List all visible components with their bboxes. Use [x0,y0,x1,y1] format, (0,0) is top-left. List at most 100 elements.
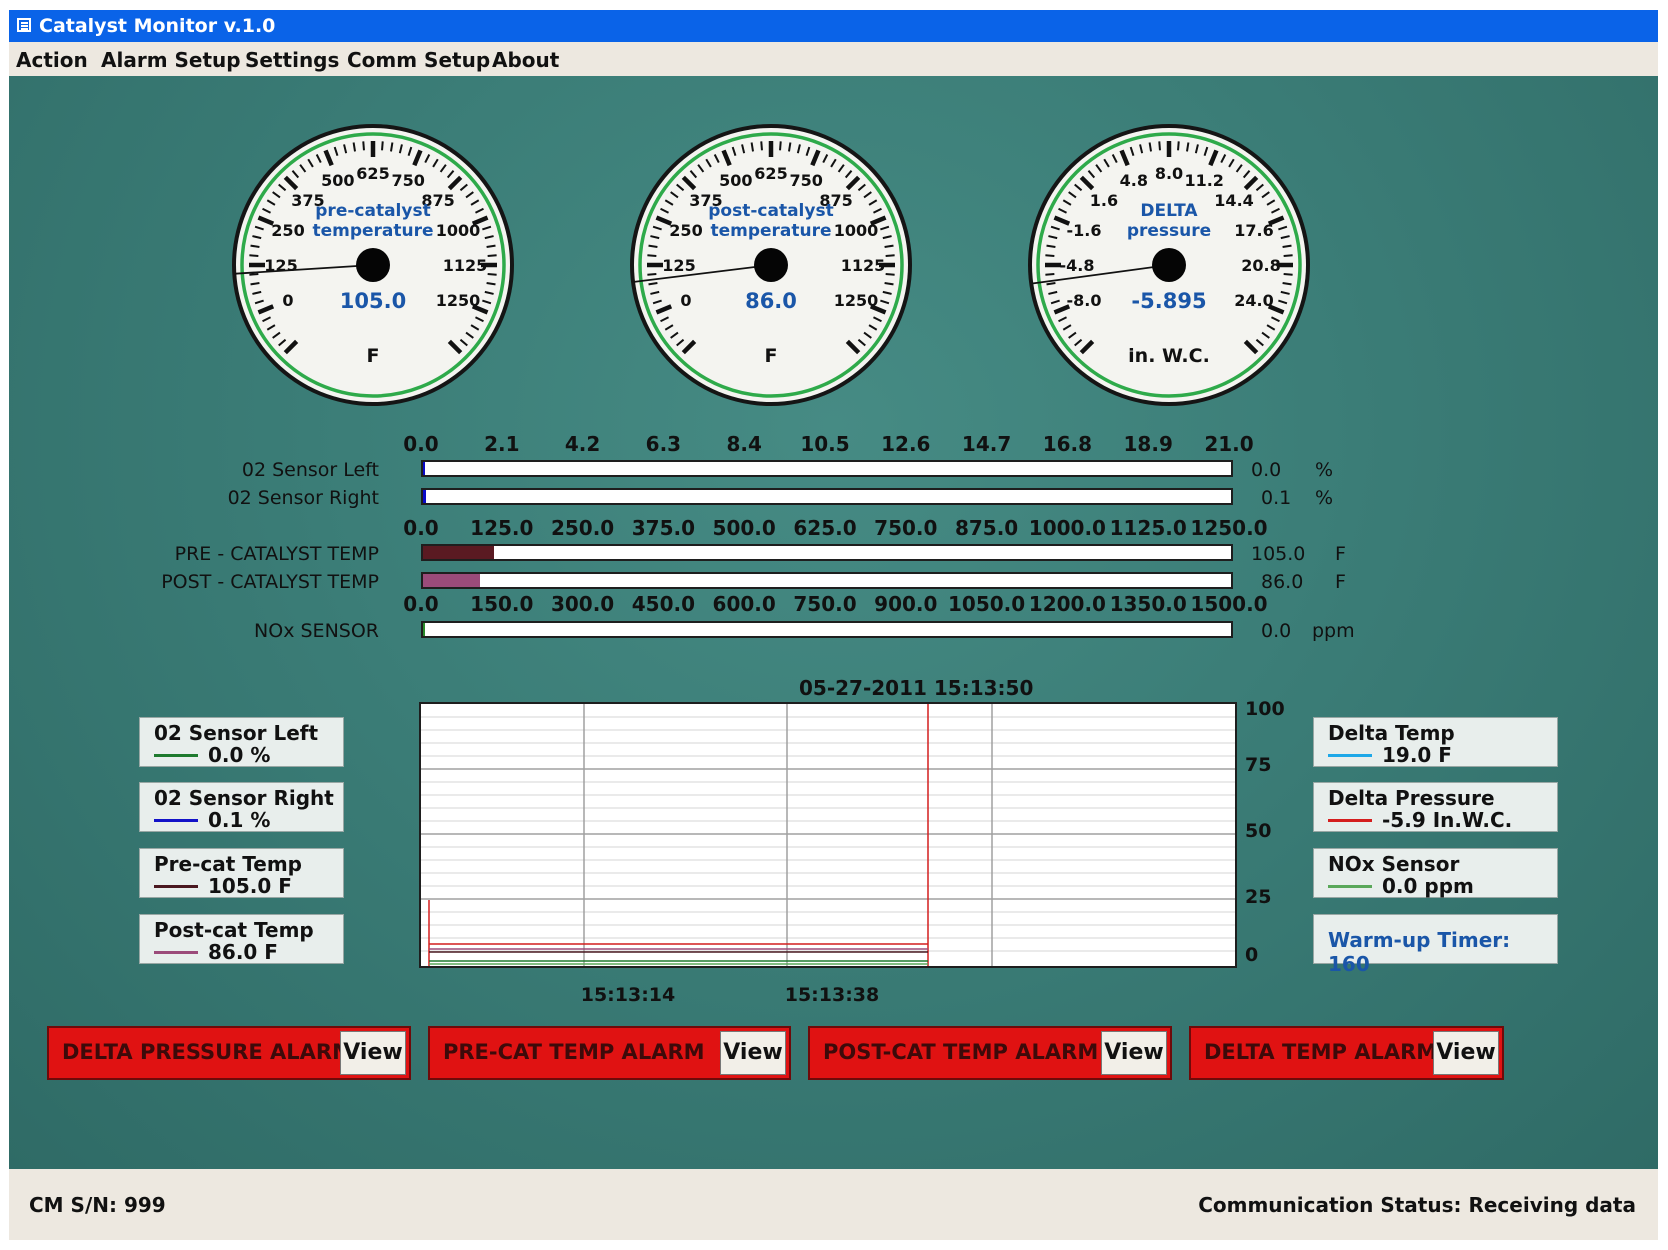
legend-value: 0.0 ppm [1382,874,1474,898]
gauge-unit: in. W.C. [1128,345,1210,367]
menu-action[interactable]: Action [16,48,88,72]
x-tick-2: 15:13:38 [784,984,880,1006]
gauge-tick-label: 4.8 [1120,171,1148,190]
alarm-label: PRE-CAT TEMP ALARM [443,1040,705,1064]
scale-tick: 12.6 [881,432,931,456]
serial-number: CM S/N: 999 [29,1193,166,1217]
scale-tick: 8.4 [726,432,762,456]
gauge-unit: F [366,345,380,367]
trend-chart [419,702,1237,968]
pre-cat-temp-label: PRE - CATALYST TEMP [174,543,379,565]
scale-tick: 750.0 [874,516,938,540]
warmup-timer: Warm-up Timer: 160 [1313,914,1558,976]
legend-value: 105.0 F [208,874,292,898]
pre-cat-temp-value: 105.0 [1251,543,1306,565]
view-post-cat-temp-alarm-button[interactable]: View [1101,1031,1167,1075]
o2-right-value: 0.1 [1261,487,1292,509]
post-cat-temp-unit: F [1335,571,1346,593]
legend-value: -5.9 In.W.C. [1382,808,1513,832]
y-tick-0: 0 [1245,944,1259,966]
view-delta-temp-alarm-button[interactable]: View [1433,1031,1499,1075]
scale-tick: 0.0 [403,432,439,456]
gauge-tick-label: 125 [662,256,695,275]
pre-catalyst-gauge: 0 125 250 375 500 625 750 875 1000 1125 1250 pre-c… [223,115,523,415]
legend-o2-right: 02 Sensor Right 0.1 % [139,782,344,832]
gauge-tick-label: 625 [356,164,389,183]
scale-tick: 300.0 [550,592,615,616]
delta-pressure-alarm: DELTA PRESSURE ALARM View [47,1026,411,1080]
scale-tick: 1200.0 [1028,592,1106,616]
post-cat-temp-bar-fill [423,574,481,587]
y-tick-25: 25 [1245,886,1272,908]
legend-swatch [1328,754,1372,757]
o2-right-bar [421,488,1233,505]
menu-about[interactable]: About [492,48,559,72]
o2-scale: 0.0 2.1 4.2 6.3 8.4 10.5 12.6 14.7 16.8 18.9 21.0 [9,432,1658,458]
legend-value: 0.1 % [208,808,271,832]
o2-left-bar-fill [423,462,426,475]
menu-settings[interactable]: Settings [245,48,339,72]
view-delta-pressure-alarm-button[interactable]: View [340,1031,406,1075]
menu-alarm-setup[interactable]: Alarm Setup [101,48,241,72]
title-bar: Catalyst Monitor v.1.0 [9,10,1658,42]
delta-temp-alarm: DELTA TEMP ALARM View [1189,1026,1504,1080]
gauge-label-line2: temperature [710,221,832,241]
gauge-tick-label: 1125 [443,256,488,275]
o2-right-label: 02 Sensor Right [227,487,379,509]
legend-swatch [154,754,198,757]
gauge-tick-label: 750 [392,171,425,190]
legend-delta-pressure: Delta Pressure -5.9 In.W.C. [1313,782,1558,832]
gauge-value: -5.895 [1131,289,1207,313]
o2-left-unit: % [1315,459,1334,481]
legend-o2-left: 02 Sensor Left 0.0 % [139,717,344,767]
legend-post-cat-temp: Post-cat Temp 86.0 F [139,914,344,964]
o2-right-bar-fill [423,490,427,503]
gauge-tick-label: 625 [754,164,787,183]
gauge-label-line2: temperature [312,221,434,241]
legend-swatch [154,885,198,888]
post-cat-temp-value: 86.0 [1261,571,1304,593]
menu-comm-setup[interactable]: Comm Setup [347,48,490,72]
trend-chart-plot [421,704,1235,966]
gauge-tick-label: 500 [321,171,354,190]
y-tick-100: 100 [1245,698,1285,720]
y-tick-75: 75 [1245,754,1272,776]
y-tick-50: 50 [1245,820,1272,842]
legend-swatch [154,951,198,954]
pre-catalyst-gauge-dial: 0125250375500 625 750875100011251250 [232,124,514,406]
view-pre-cat-temp-alarm-button[interactable]: View [720,1031,786,1075]
nox-bar-fill [423,623,426,636]
legend-title: 02 Sensor Right [154,786,334,810]
scale-tick: 14.7 [961,432,1012,456]
temp-scale: 0.0 125.0 250.0 375.0 500.0 625.0 750.0 875.0 10… [9,516,1658,542]
legend-value: 86.0 F [208,940,278,964]
post-cat-temp-bar [421,572,1233,589]
alarm-label: POST-CAT TEMP ALARM [823,1040,1099,1064]
legend-title: Delta Pressure [1328,786,1495,810]
trend-timestamp: 05-27-2011 15:13:50 [799,676,1034,700]
scale-tick: 1250.0 [1190,516,1268,540]
window-title: Catalyst Monitor v.1.0 [39,15,276,37]
scale-tick: 250.0 [550,516,615,540]
scale-tick: 450.0 [631,592,696,616]
x-tick-1: 15:13:14 [580,984,676,1006]
scale-tick: 1050.0 [948,592,1026,616]
scale-tick: 1000.0 [1028,516,1106,540]
scale-tick: 18.9 [1123,432,1173,456]
gauge-unit: F [764,345,778,367]
scale-tick: 6.3 [645,432,682,456]
legend-value: 19.0 F [1382,743,1452,767]
gauge-tick-label: 11.2 [1184,171,1223,190]
status-bar: CM S/N: 999 Communication Status: Receiv… [9,1169,1658,1240]
gauge-tick-label: 0 [282,291,293,310]
scale-tick: 600.0 [712,592,776,616]
scale-tick: 16.8 [1042,432,1093,456]
nox-bar [421,621,1233,638]
pre-cat-temp-bar [421,544,1233,561]
scale-tick: 1350.0 [1109,592,1187,616]
gauge-tick-label: 0 [680,291,691,310]
gauge-tick-label: 750 [790,171,823,190]
scale-tick: 4.2 [564,432,601,456]
app-icon [17,18,31,32]
legend-swatch [1328,819,1372,822]
